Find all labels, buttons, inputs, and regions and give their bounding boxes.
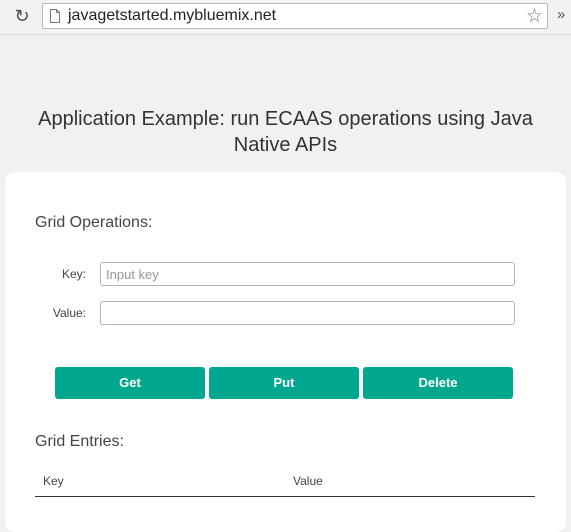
operations-card: Grid Operations: Key: Value: Get Put Del… [5,172,566,532]
put-button[interactable]: Put [209,367,359,399]
get-button[interactable]: Get [55,367,205,399]
value-label: Value: [52,306,86,320]
column-header-value: Value [293,474,323,488]
page-icon [50,9,60,23]
page-title: Application Example: run ECAAS operation… [38,108,533,156]
column-header-key: Key [43,474,64,488]
grid-operations-title: Grid Operations: [35,214,153,231]
grid-entries-title: Grid Entries: [35,433,124,450]
key-label: Key: [61,267,86,281]
key-input[interactable] [100,262,515,286]
overflow-chevron-icon[interactable]: » [557,6,565,23]
address-url: javagetstarted.mybluemix.net [68,7,277,24]
star-icon[interactable]: ☆ [526,5,543,28]
delete-button[interactable]: Delete [363,367,513,399]
entries-table-header: Key Value [35,468,535,497]
reload-icon[interactable]: ↻ [12,6,32,26]
address-bar[interactable]: javagetstarted.mybluemix.net ☆ [42,3,548,29]
browser-toolbar: ↻ javagetstarted.mybluemix.net ☆ » [0,0,571,35]
value-input[interactable] [100,301,515,325]
